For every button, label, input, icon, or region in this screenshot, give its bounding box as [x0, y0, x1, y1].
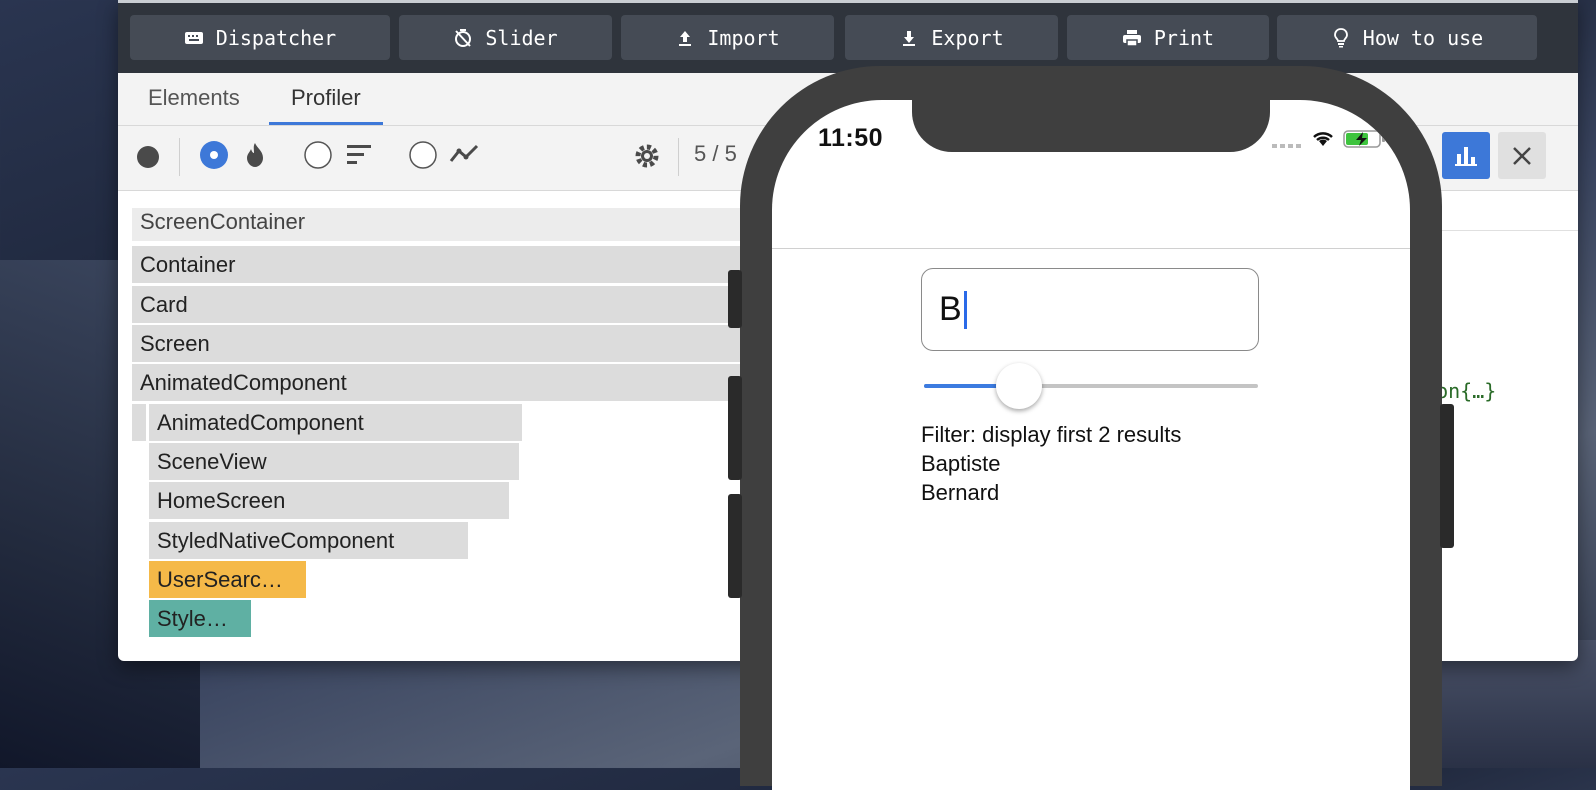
import-button[interactable]: Import: [621, 15, 834, 60]
close-button[interactable]: [1498, 132, 1546, 179]
flamegraph-bar[interactable]: StyledNativeComponent: [149, 522, 468, 559]
gear-icon[interactable]: [632, 141, 662, 171]
flamegraph-bar[interactable]: AnimatedComponent: [149, 404, 522, 441]
navbar-divider: [772, 248, 1410, 249]
tab-profiler[interactable]: Profiler: [269, 73, 383, 125]
interactions-radio[interactable]: [408, 140, 438, 170]
flamegraph-bar[interactable]: Card: [132, 286, 772, 323]
flame-icon: [247, 143, 263, 167]
close-icon: [1513, 147, 1531, 165]
volume-up-button: [728, 376, 742, 480]
ranked-radio[interactable]: [303, 140, 333, 170]
dispatcher-button[interactable]: Dispatcher: [130, 15, 390, 60]
mute-switch: [728, 270, 742, 328]
status-time: 11:50: [818, 124, 884, 152]
how-to-use-button[interactable]: How to use: [1277, 15, 1537, 60]
ranked-chart-icon: [347, 145, 371, 164]
signal-icon: [1272, 144, 1301, 148]
record-icon[interactable]: [135, 144, 161, 170]
power-button: [1440, 404, 1454, 548]
toolbar: Dispatcher Slider Import Export Print Ho…: [118, 0, 1578, 76]
flamegraph-bar-highlight[interactable]: UserSearc…: [149, 561, 306, 598]
print-label: Print: [1153, 25, 1215, 50]
volume-down-button: [728, 494, 742, 598]
battery-charging-icon: [1343, 130, 1385, 148]
list-item: Bernard: [921, 480, 1000, 505]
flamegraph-bar-edge: [132, 404, 146, 441]
bar-chart-icon: [1455, 147, 1477, 166]
flamegraph-bar[interactable]: Screen: [132, 325, 772, 362]
download-icon: [903, 30, 916, 46]
flamegraph-bar[interactable]: Container: [132, 246, 772, 283]
flamegraph-bar[interactable]: ScreenContainer: [132, 208, 772, 241]
text-caret: [963, 290, 967, 329]
interactions-chart-icon: [449, 144, 479, 162]
phone-screen: 11:50 B Filter: display first 2 results …: [772, 100, 1410, 790]
props-divider: [1438, 230, 1578, 231]
filter-label: Filter: display first 2 results: [921, 422, 1182, 447]
dispatcher-label: Dispatcher: [215, 25, 337, 50]
print-button[interactable]: Print: [1067, 15, 1269, 60]
toolbar-divider-2: [678, 138, 679, 176]
upload-icon: [679, 30, 692, 46]
wifi-icon: [1313, 132, 1333, 146]
flamegraph-radio[interactable]: [199, 140, 229, 170]
how-to-use-label: How to use: [1362, 25, 1484, 50]
slider-label: Slider: [485, 25, 558, 50]
phone-simulator: 11:50 B Filter: display first 2 results …: [728, 66, 1454, 790]
flamegraph-bar[interactable]: SceneView: [149, 443, 519, 480]
export-label: Export: [931, 25, 1004, 50]
slider-thumb[interactable]: [996, 363, 1042, 409]
lightbulb-icon: [1333, 27, 1348, 47]
list-item: Baptiste: [921, 451, 1001, 476]
flamegraph-bar[interactable]: HomeScreen: [149, 482, 509, 519]
timer-off-icon: [455, 28, 472, 47]
search-value: B: [939, 290, 962, 328]
phone-notch: [912, 100, 1270, 152]
export-button[interactable]: Export: [845, 15, 1058, 60]
import-label: Import: [707, 25, 780, 50]
slider-button[interactable]: Slider: [399, 15, 612, 60]
component-chart-button[interactable]: [1442, 132, 1490, 179]
commit-counter: 5 / 5: [694, 141, 737, 166]
tab-elements-label: Elements: [148, 85, 240, 110]
tab-profiler-label: Profiler: [291, 85, 361, 110]
toolbar-divider: [179, 138, 180, 176]
flamegraph-bar[interactable]: AnimatedComponent: [132, 364, 772, 401]
tab-elements[interactable]: Elements: [126, 73, 262, 125]
printer-icon: [1122, 29, 1141, 47]
search-input[interactable]: B: [921, 268, 1259, 351]
flamegraph-bar-highlight[interactable]: Style…: [149, 600, 251, 637]
keyboard-icon: [184, 31, 203, 44]
